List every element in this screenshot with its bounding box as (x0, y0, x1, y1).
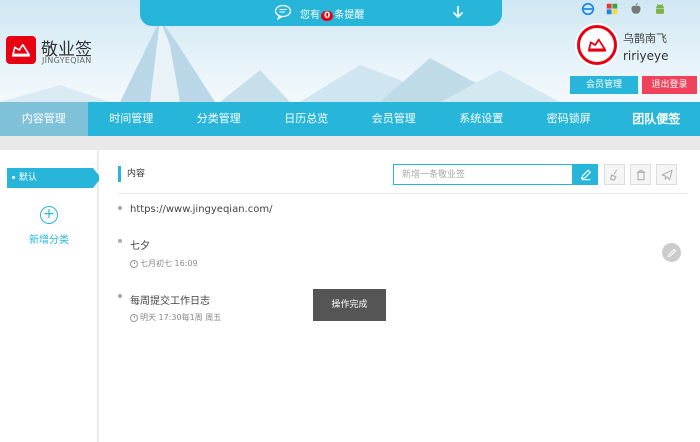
nav-item-team-notes[interactable]: 团队便签 (613, 102, 700, 136)
ie-browser-icon[interactable] (580, 1, 596, 17)
separator (0, 136, 700, 150)
arrow-down-icon[interactable] (450, 4, 466, 20)
logout-button[interactable]: 退出登录 (642, 76, 697, 94)
nav-item-time[interactable]: 时间管理 (88, 102, 176, 136)
add-note-button[interactable] (573, 164, 598, 185)
avatar[interactable] (577, 25, 617, 65)
clean-button[interactable] (604, 164, 625, 185)
platform-icons (580, 1, 668, 17)
note-text[interactable]: https://www.jingyeqian.com/ (130, 204, 272, 215)
nav-item-member[interactable]: 会员管理 (350, 102, 438, 136)
plus-circle-icon[interactable]: + (40, 206, 58, 224)
brand-subtitle: JINGYEQIAN (42, 56, 92, 65)
content-title: 内容 (118, 166, 145, 182)
note-time: 明天 17:30每1周 周五 (130, 312, 221, 323)
member-management-button[interactable]: 会员管理 (570, 76, 638, 94)
trash-icon (636, 169, 645, 180)
nav-item-content[interactable]: 内容管理 (0, 102, 88, 136)
broom-icon (609, 169, 617, 181)
note-bullet (118, 294, 122, 298)
pencil-icon (667, 248, 676, 257)
note-time: 七月初七 16:09 (130, 258, 198, 269)
header: 您有 0 条提醒 敬业签 JINGYEQIAN 乌鹊南飞 ririyeye 会员… (0, 0, 700, 102)
note-bullet (118, 239, 122, 243)
chat-bubble-icon (274, 4, 292, 20)
tag-logo-icon (588, 38, 606, 52)
main-nav: 内容管理 时间管理 分类管理 日历总览 会员管理 系统设置 密码锁屏 团队便签 (0, 102, 700, 136)
add-category-link[interactable]: 新增分类 (29, 231, 69, 246)
toast-message: 操作完成 (313, 289, 386, 321)
notification-count: 0 (321, 11, 334, 21)
user-display-name: 乌鹊南飞 (623, 32, 667, 45)
user-username: ririyeye (623, 49, 669, 63)
note-text[interactable]: 七夕 (130, 237, 150, 252)
windows-icon[interactable] (604, 1, 620, 17)
nav-item-category[interactable]: 分类管理 (175, 102, 263, 136)
send-button[interactable] (656, 164, 677, 185)
android-icon[interactable] (652, 1, 668, 17)
notification-bar[interactable]: 您有 0 条提醒 (140, 0, 502, 26)
nav-item-lock-screen[interactable]: 密码锁屏 (525, 102, 613, 136)
paper-plane-icon (660, 169, 673, 180)
pencil-icon (580, 168, 591, 180)
tag-logo-icon (12, 43, 30, 57)
brand-logo[interactable] (6, 36, 36, 64)
delete-button[interactable] (630, 164, 651, 185)
clock-icon (130, 313, 138, 322)
notification-text: 您有 0 条提醒 (300, 10, 365, 21)
note-bullet (118, 206, 122, 210)
edit-note-button[interactable] (662, 243, 681, 262)
nav-item-settings[interactable]: 系统设置 (438, 102, 526, 136)
category-sidebar (0, 150, 98, 442)
category-default[interactable]: 默认 (7, 168, 101, 188)
apple-icon[interactable] (628, 1, 644, 17)
content-divider (118, 193, 688, 194)
nav-item-calendar[interactable]: 日历总览 (263, 102, 351, 136)
clock-icon (130, 259, 138, 268)
new-note-input[interactable] (393, 164, 573, 185)
note-text[interactable]: 每周提交工作日志 (130, 292, 210, 307)
